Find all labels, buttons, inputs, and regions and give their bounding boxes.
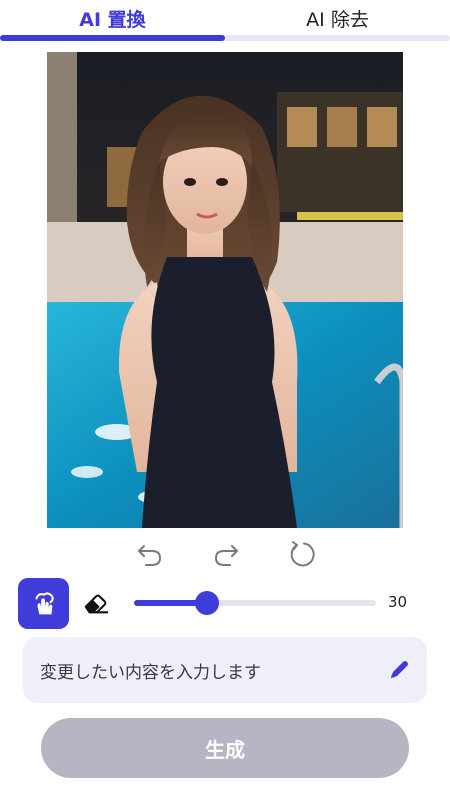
reset-icon [290, 541, 315, 567]
edit-canvas-photo[interactable] [47, 52, 403, 528]
redo-icon [214, 545, 238, 566]
tab-ai-replace[interactable]: AI 置換 [0, 0, 225, 36]
reset-button[interactable] [284, 536, 320, 572]
undo-button[interactable] [132, 536, 168, 572]
pen-icon[interactable] [387, 658, 411, 682]
tab-ai-remove[interactable]: AI 除去 [225, 0, 450, 36]
prompt-placeholder: 変更したい内容を入力します [40, 662, 261, 683]
brush-size-slider[interactable] [134, 590, 376, 616]
eraser-tool-button[interactable] [80, 588, 112, 618]
generate-button[interactable]: 生成 [41, 718, 409, 778]
slider-thumb[interactable] [195, 591, 219, 615]
brush-tool-button[interactable] [18, 578, 69, 629]
brush-hand-icon [34, 591, 54, 614]
undo-icon [138, 545, 162, 566]
tab-active-indicator [0, 35, 225, 41]
eraser-icon [84, 594, 109, 614]
brush-size-value: 30 [388, 593, 408, 611]
prompt-input[interactable]: 変更したい内容を入力します [23, 637, 427, 703]
redo-button[interactable] [208, 536, 244, 572]
mode-tabs: AI 置換 AI 除去 [0, 0, 450, 42]
photo-image [47, 52, 403, 528]
